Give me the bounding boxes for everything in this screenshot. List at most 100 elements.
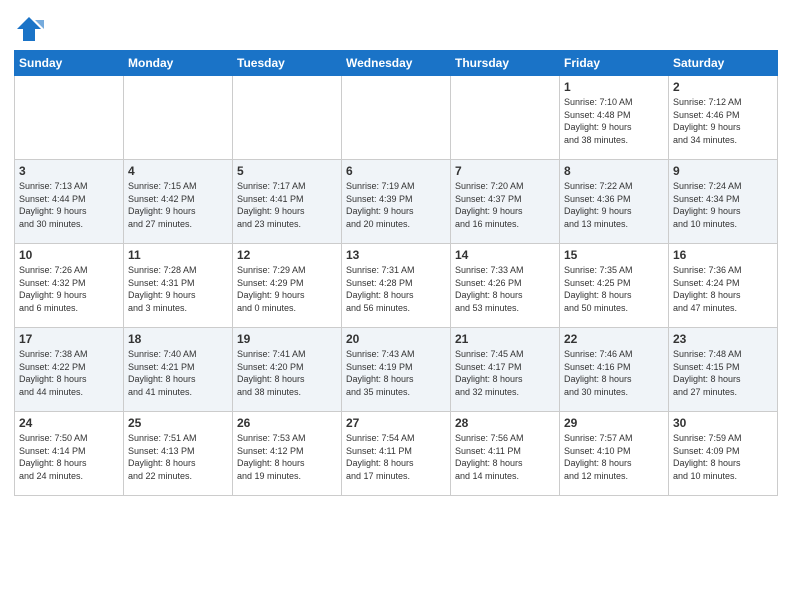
day-info: Sunrise: 7:38 AM Sunset: 4:22 PM Dayligh…: [19, 348, 119, 398]
day-info: Sunrise: 7:57 AM Sunset: 4:10 PM Dayligh…: [564, 432, 664, 482]
day-info: Sunrise: 7:24 AM Sunset: 4:34 PM Dayligh…: [673, 180, 773, 230]
day-number: 9: [673, 164, 773, 178]
calendar: SundayMondayTuesdayWednesdayThursdayFrid…: [14, 50, 778, 496]
weekday-header-sunday: Sunday: [15, 51, 124, 76]
day-number: 16: [673, 248, 773, 262]
day-cell: 11 Sunrise: 7:28 AM Sunset: 4:31 PM Dayli…: [124, 244, 233, 328]
day-number: 5: [237, 164, 337, 178]
day-cell: 16 Sunrise: 7:36 AM Sunset: 4:24 PM Dayli…: [669, 244, 778, 328]
day-info: Sunrise: 7:19 AM Sunset: 4:39 PM Dayligh…: [346, 180, 446, 230]
day-number: 20: [346, 332, 446, 346]
day-number: 19: [237, 332, 337, 346]
day-info: Sunrise: 7:54 AM Sunset: 4:11 PM Dayligh…: [346, 432, 446, 482]
week-row-3: 10 Sunrise: 7:26 AM Sunset: 4:32 PM Dayli…: [15, 244, 778, 328]
day-cell: 15 Sunrise: 7:35 AM Sunset: 4:25 PM Dayli…: [560, 244, 669, 328]
day-number: 25: [128, 416, 228, 430]
day-cell: 8 Sunrise: 7:22 AM Sunset: 4:36 PM Daylig…: [560, 160, 669, 244]
day-info: Sunrise: 7:48 AM Sunset: 4:15 PM Dayligh…: [673, 348, 773, 398]
day-cell: [124, 76, 233, 160]
day-cell: 22 Sunrise: 7:46 AM Sunset: 4:16 PM Dayli…: [560, 328, 669, 412]
day-number: 18: [128, 332, 228, 346]
day-number: 22: [564, 332, 664, 346]
day-info: Sunrise: 7:45 AM Sunset: 4:17 PM Dayligh…: [455, 348, 555, 398]
day-info: Sunrise: 7:35 AM Sunset: 4:25 PM Dayligh…: [564, 264, 664, 314]
day-number: 15: [564, 248, 664, 262]
day-number: 2: [673, 80, 773, 94]
day-number: 8: [564, 164, 664, 178]
day-info: Sunrise: 7:51 AM Sunset: 4:13 PM Dayligh…: [128, 432, 228, 482]
weekday-header-monday: Monday: [124, 51, 233, 76]
day-number: 28: [455, 416, 555, 430]
day-number: 7: [455, 164, 555, 178]
day-info: Sunrise: 7:56 AM Sunset: 4:11 PM Dayligh…: [455, 432, 555, 482]
day-cell: 14 Sunrise: 7:33 AM Sunset: 4:26 PM Dayli…: [451, 244, 560, 328]
page: SundayMondayTuesdayWednesdayThursdayFrid…: [0, 0, 792, 612]
day-info: Sunrise: 7:28 AM Sunset: 4:31 PM Dayligh…: [128, 264, 228, 314]
day-info: Sunrise: 7:43 AM Sunset: 4:19 PM Dayligh…: [346, 348, 446, 398]
day-info: Sunrise: 7:20 AM Sunset: 4:37 PM Dayligh…: [455, 180, 555, 230]
day-number: 1: [564, 80, 664, 94]
day-cell: 29 Sunrise: 7:57 AM Sunset: 4:10 PM Dayli…: [560, 412, 669, 496]
day-info: Sunrise: 7:31 AM Sunset: 4:28 PM Dayligh…: [346, 264, 446, 314]
day-info: Sunrise: 7:17 AM Sunset: 4:41 PM Dayligh…: [237, 180, 337, 230]
day-number: 17: [19, 332, 119, 346]
day-info: Sunrise: 7:33 AM Sunset: 4:26 PM Dayligh…: [455, 264, 555, 314]
day-number: 29: [564, 416, 664, 430]
day-cell: 25 Sunrise: 7:51 AM Sunset: 4:13 PM Dayli…: [124, 412, 233, 496]
logo: [14, 14, 48, 44]
day-cell: 19Sunrise: 7:41 AM Sunset: 4:20 PM Dayli…: [233, 328, 342, 412]
day-info: Sunrise: 7:26 AM Sunset: 4:32 PM Dayligh…: [19, 264, 119, 314]
day-number: 11: [128, 248, 228, 262]
day-info: Sunrise: 7:12 AM Sunset: 4:46 PM Dayligh…: [673, 96, 773, 146]
day-cell: 13 Sunrise: 7:31 AM Sunset: 4:28 PM Dayli…: [342, 244, 451, 328]
day-info: Sunrise: 7:36 AM Sunset: 4:24 PM Dayligh…: [673, 264, 773, 314]
weekday-header-tuesday: Tuesday: [233, 51, 342, 76]
day-info: Sunrise: 7:15 AM Sunset: 4:42 PM Dayligh…: [128, 180, 228, 230]
week-row-4: 17 Sunrise: 7:38 AM Sunset: 4:22 PM Dayli…: [15, 328, 778, 412]
day-info: Sunrise: 7:53 AM Sunset: 4:12 PM Dayligh…: [237, 432, 337, 482]
day-number: 6: [346, 164, 446, 178]
weekday-header-row: SundayMondayTuesdayWednesdayThursdayFrid…: [15, 51, 778, 76]
day-cell: 24 Sunrise: 7:50 AM Sunset: 4:14 PM Dayli…: [15, 412, 124, 496]
day-info: Sunrise: 7:40 AM Sunset: 4:21 PM Dayligh…: [128, 348, 228, 398]
day-info: Sunrise: 7:46 AM Sunset: 4:16 PM Dayligh…: [564, 348, 664, 398]
day-cell: 28 Sunrise: 7:56 AM Sunset: 4:11 PM Dayli…: [451, 412, 560, 496]
day-info: Sunrise: 7:29 AM Sunset: 4:29 PM Dayligh…: [237, 264, 337, 314]
day-cell: [233, 76, 342, 160]
day-number: 4: [128, 164, 228, 178]
day-cell: [15, 76, 124, 160]
day-cell: 30Sunrise: 7:59 AM Sunset: 4:09 PM Dayli…: [669, 412, 778, 496]
weekday-header-saturday: Saturday: [669, 51, 778, 76]
day-cell: 10 Sunrise: 7:26 AM Sunset: 4:32 PM Dayli…: [15, 244, 124, 328]
day-info: Sunrise: 7:10 AM Sunset: 4:48 PM Dayligh…: [564, 96, 664, 146]
day-info: Sunrise: 7:13 AM Sunset: 4:44 PM Dayligh…: [19, 180, 119, 230]
day-cell: 4 Sunrise: 7:15 AM Sunset: 4:42 PM Daylig…: [124, 160, 233, 244]
day-cell: 20 Sunrise: 7:43 AM Sunset: 4:19 PM Dayli…: [342, 328, 451, 412]
day-cell: 26 Sunrise: 7:53 AM Sunset: 4:12 PM Dayli…: [233, 412, 342, 496]
day-number: 21: [455, 332, 555, 346]
day-number: 26: [237, 416, 337, 430]
day-number: 14: [455, 248, 555, 262]
day-cell: 3 Sunrise: 7:13 AM Sunset: 4:44 PM Daylig…: [15, 160, 124, 244]
day-cell: 5 Sunrise: 7:17 AM Sunset: 4:41 PM Daylig…: [233, 160, 342, 244]
day-info: Sunrise: 7:50 AM Sunset: 4:14 PM Dayligh…: [19, 432, 119, 482]
day-number: 27: [346, 416, 446, 430]
day-cell: 6 Sunrise: 7:19 AM Sunset: 4:39 PM Daylig…: [342, 160, 451, 244]
week-row-1: 1 Sunrise: 7:10 AM Sunset: 4:48 PM Daylig…: [15, 76, 778, 160]
day-info: Sunrise: 7:22 AM Sunset: 4:36 PM Dayligh…: [564, 180, 664, 230]
day-number: 30: [673, 416, 773, 430]
day-cell: 2 Sunrise: 7:12 AM Sunset: 4:46 PM Daylig…: [669, 76, 778, 160]
day-cell: 1 Sunrise: 7:10 AM Sunset: 4:48 PM Daylig…: [560, 76, 669, 160]
day-number: 10: [19, 248, 119, 262]
day-cell: 17 Sunrise: 7:38 AM Sunset: 4:22 PM Dayli…: [15, 328, 124, 412]
day-number: 13: [346, 248, 446, 262]
day-number: 24: [19, 416, 119, 430]
day-cell: 23 Sunrise: 7:48 AM Sunset: 4:15 PM Dayli…: [669, 328, 778, 412]
day-cell: 21 Sunrise: 7:45 AM Sunset: 4:17 PM Dayli…: [451, 328, 560, 412]
day-number: 23: [673, 332, 773, 346]
day-number: 3: [19, 164, 119, 178]
week-row-2: 3 Sunrise: 7:13 AM Sunset: 4:44 PM Daylig…: [15, 160, 778, 244]
weekday-header-thursday: Thursday: [451, 51, 560, 76]
weekday-header-friday: Friday: [560, 51, 669, 76]
day-cell: [342, 76, 451, 160]
